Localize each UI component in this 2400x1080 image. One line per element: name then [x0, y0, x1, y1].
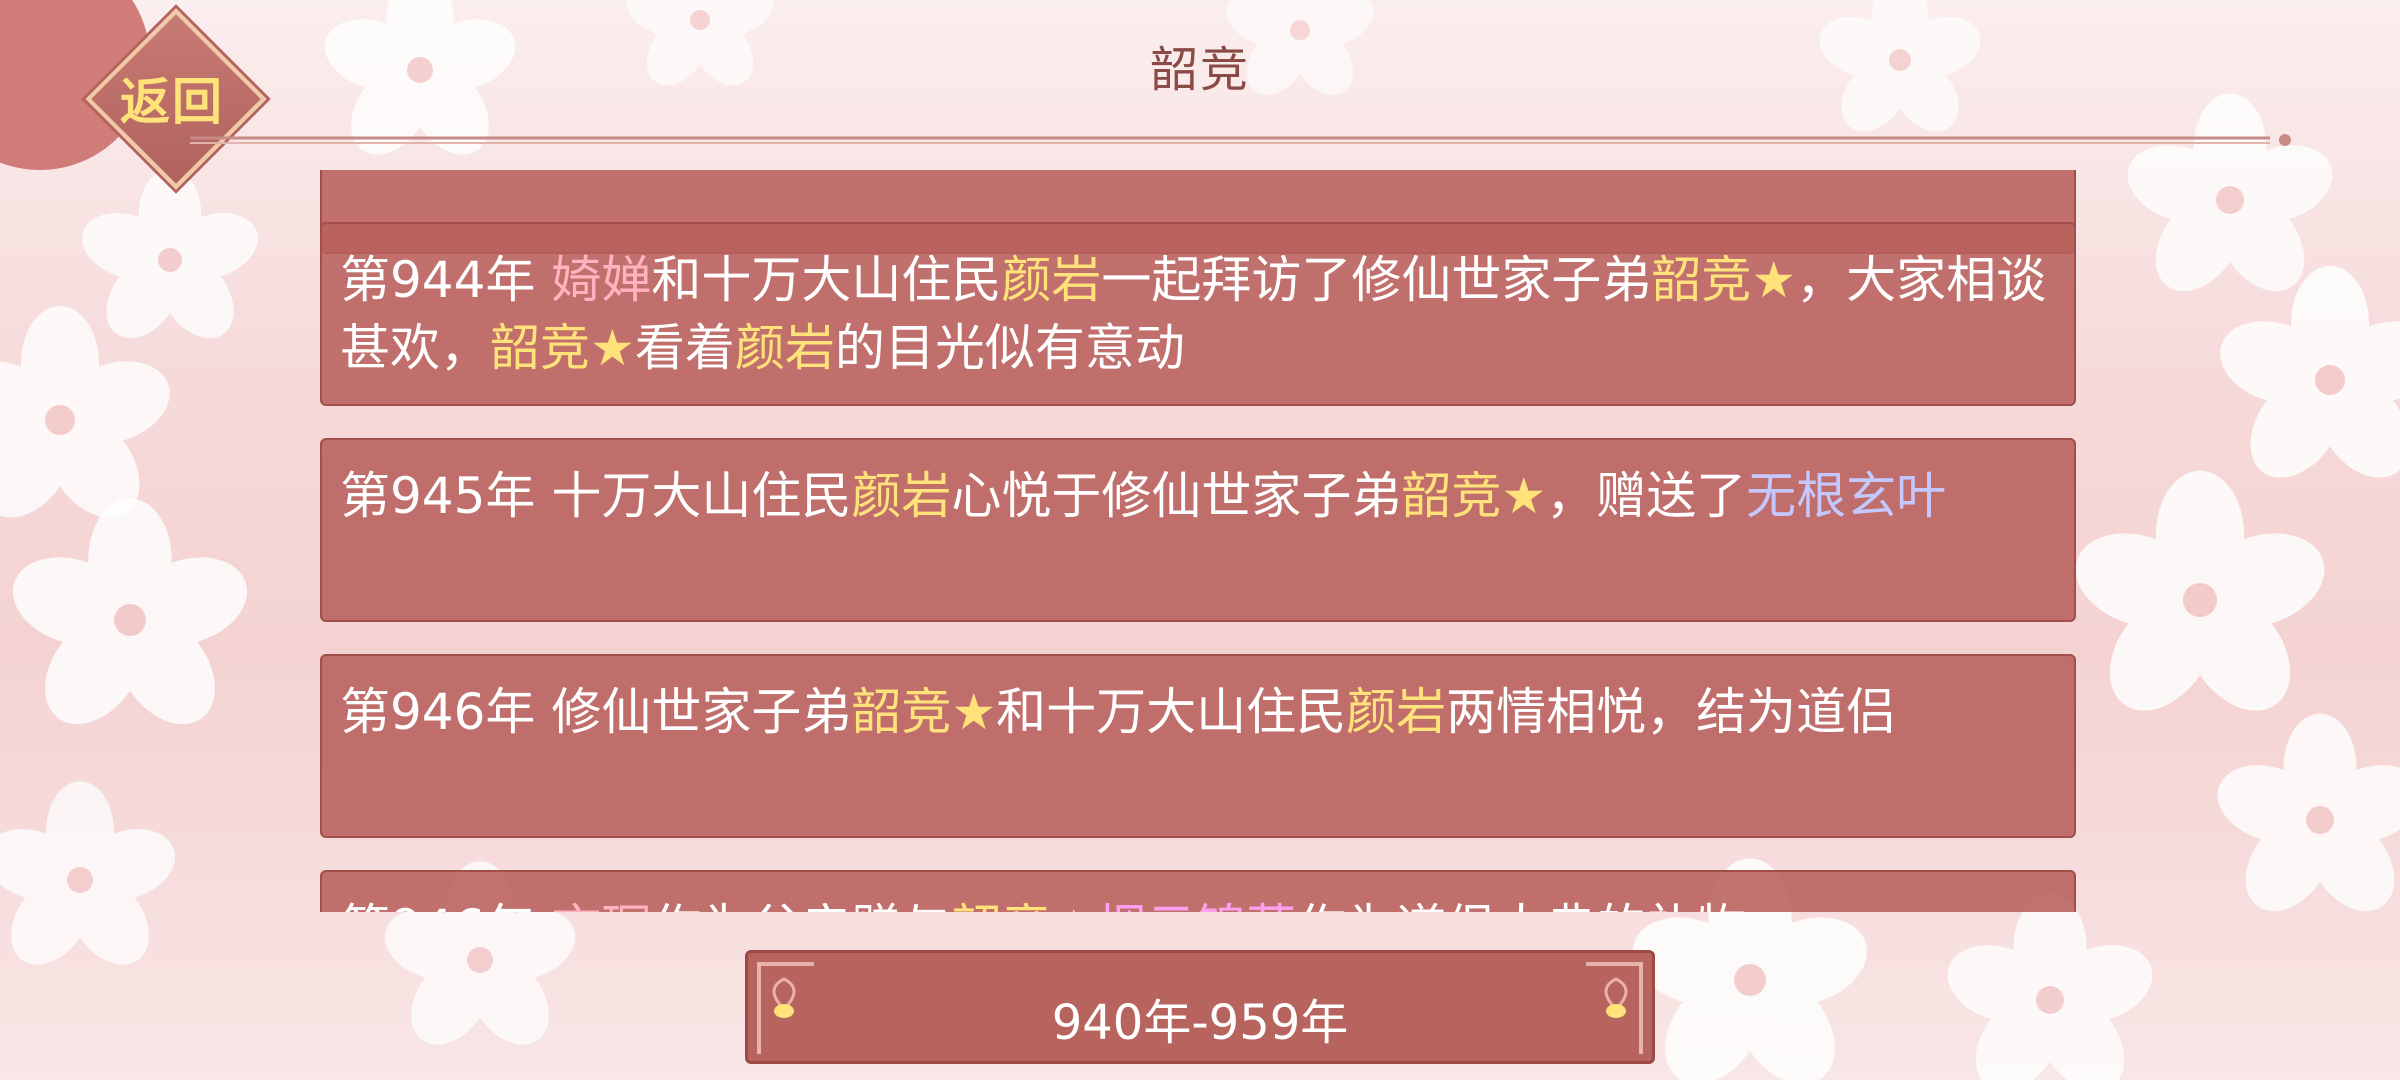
event-card: 第946年 修仙世家子弟韶竞★和十万大山住民颜岩两情相悦，结为道侣	[320, 654, 2076, 838]
event-list[interactable]: 第944年 婍婵和十万大山住民颜岩一起拜访了修仙世家子弟韶竞★，大家相谈甚欢，韶…	[318, 170, 2082, 912]
event-card: 第945年 十万大山住民颜岩心悦于修仙世家子弟韶竞★，赠送了无根玄叶	[320, 438, 2076, 622]
event-text-segment: 第945年 十万大山住民	[340, 467, 852, 525]
event-text-segment: 烟云锦草	[1096, 899, 1296, 912]
event-text-segment: 颜岩	[734, 319, 835, 377]
event-text-segment: 作为父亲赠与	[651, 899, 951, 912]
event-text-segment: 韶竞★	[851, 683, 997, 741]
event-text-segment: 颜岩	[1001, 251, 1102, 309]
event-text-segment: 言琛	[551, 899, 651, 912]
event-text-segment: 韶竞★	[490, 319, 635, 377]
event-text-segment: 婍婵	[551, 251, 652, 309]
event-text-segment: 的目光似有意动	[834, 319, 1185, 377]
event-text-segment: 两情相悦，结为道侣	[1446, 683, 1897, 741]
header-divider	[190, 134, 2291, 146]
event-text-segment: 作为道侣大典的礼物	[1296, 899, 1746, 912]
event-text-segment: 韶竞★	[1651, 251, 1797, 309]
event-text-segment: 无根玄叶	[1746, 467, 1947, 525]
event-card: 第944年 婍婵和十万大山住民颜岩一起拜访了修仙世家子弟韶竞★，大家相谈甚欢，韶…	[320, 222, 2076, 406]
event-text-segment: 韶竞★	[1401, 467, 1547, 525]
page-title: 韶竞	[1149, 42, 1250, 98]
event-text-segment: 韶竞★	[951, 899, 1096, 912]
ornament-right-icon	[1586, 962, 1643, 1054]
event-text-segment: 颜岩	[1346, 683, 1447, 741]
event-text-segment: 第946年	[340, 899, 551, 912]
event-text-segment: 第946年 修仙世家子弟	[340, 683, 852, 741]
period-selector[interactable]: 940年-959年	[745, 950, 1655, 1064]
event-text-segment: 看着	[634, 319, 735, 377]
period-label: 940年-959年	[1051, 995, 1349, 1051]
event-text-segment: 颜岩	[851, 467, 952, 525]
event-text-segment: 和十万大山住民	[996, 683, 1347, 741]
event-text-segment: 第944年	[340, 251, 552, 309]
event-text-segment: 一起拜访了修仙世家子弟	[1101, 251, 1652, 309]
event-text-segment: 心悦于修仙世家子弟	[951, 467, 1402, 525]
event-card: 第946年 言琛作为父亲赠与韶竞★烟云锦草作为道侣大典的礼物	[320, 870, 2076, 912]
event-text-segment: 和十万大山住民	[651, 251, 1002, 309]
event-text-segment: ，赠送了	[1546, 467, 1747, 525]
